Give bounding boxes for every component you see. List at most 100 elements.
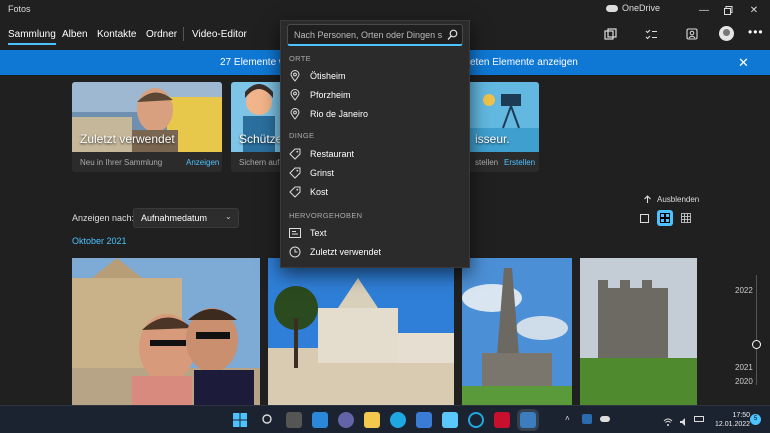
card-recent-link[interactable]: Anzeigen [186, 158, 219, 167]
select-button[interactable] [644, 27, 658, 41]
timeline-handle[interactable] [752, 340, 761, 349]
task-view-icon[interactable] [286, 412, 302, 428]
widgets-icon[interactable] [312, 412, 328, 428]
people-settings-button[interactable] [685, 27, 699, 41]
person-frame-icon [685, 27, 698, 40]
photo-thumbnail [72, 258, 260, 405]
card-recent[interactable]: Zuletzt verwendet Neu in Ihrer Sammlung … [72, 82, 222, 172]
taskbar-search-button[interactable] [260, 412, 276, 428]
system-clock[interactable]: 17:50 12.01.2022 [715, 411, 750, 429]
clock-icon [288, 245, 302, 259]
dense-grid-icon [681, 213, 691, 223]
tab-video-editor[interactable]: Video-Editor [192, 29, 247, 40]
nav-divider [183, 27, 184, 41]
import-icon [603, 27, 617, 40]
view-medium-button[interactable] [657, 210, 673, 226]
suggestion-recent[interactable]: Zuletzt verwendet [283, 243, 467, 261]
app-l-icon[interactable] [442, 412, 458, 428]
suggestion-kost[interactable]: Kost [283, 183, 467, 201]
section-heading-featured: HERVORGEHOBEN [289, 211, 363, 220]
onedrive-status[interactable]: OneDrive [606, 3, 660, 13]
search-icon [262, 414, 272, 424]
card-director-link[interactable]: Erstellen [504, 158, 535, 167]
text-scan-icon [288, 226, 302, 240]
app-title: Fotos [8, 4, 31, 14]
suggestion-pforzheim[interactable]: Pforzheim [283, 86, 467, 104]
photo-castle-ruin[interactable] [580, 258, 697, 405]
notification-badge[interactable]: 5 [750, 414, 761, 425]
store-icon[interactable] [416, 412, 432, 428]
suggestion-grinst[interactable]: Grinst [283, 164, 467, 182]
tab-kontakte[interactable]: Kontakte [97, 29, 136, 40]
location-pin-icon [288, 88, 302, 102]
search-box[interactable] [287, 24, 463, 46]
more-options-button[interactable]: ••• [748, 25, 764, 39]
tab-alben[interactable]: Alben [62, 29, 88, 40]
section-heading-places: ORTE [289, 54, 311, 63]
banner-show-link[interactable]: eten Elemente anzeigen [470, 57, 578, 68]
photos-app-window: Fotos OneDrive — ✕ Sammlung Alben Kontak… [0, 0, 770, 433]
cortana-icon[interactable] [468, 412, 484, 428]
photo-church-spire[interactable] [462, 258, 572, 405]
view-small-button[interactable] [678, 210, 694, 226]
cloud-icon [606, 4, 618, 12]
search-input[interactable] [294, 28, 442, 42]
user-avatar[interactable] [719, 26, 734, 41]
start-button[interactable] [232, 412, 248, 428]
photo-selfie-monastery[interactable] [72, 258, 260, 405]
sort-label: Anzeigen nach: [72, 213, 135, 223]
card-director[interactable]: isseur. stellen Erstellen [467, 82, 539, 172]
volume-icon[interactable] [679, 414, 689, 426]
month-heading: Oktober 2021 [72, 236, 127, 246]
mcafee-icon[interactable] [494, 412, 510, 428]
windows-logo-icon [233, 413, 247, 427]
chevron-down-icon: ⌄ [225, 212, 232, 221]
teams-chat-icon[interactable] [338, 412, 354, 428]
timeline-year-2020[interactable]: 2020 [735, 377, 753, 386]
photo-thumbnail [268, 258, 454, 405]
wifi-icon[interactable] [663, 414, 673, 426]
import-button[interactable] [603, 27, 617, 41]
suggestion-text[interactable]: Text [283, 224, 467, 242]
banner-close-icon[interactable]: ✕ [738, 55, 749, 71]
maximize-button[interactable] [714, 1, 742, 19]
photo-thumbnail [462, 258, 572, 405]
checklist-icon [645, 29, 657, 39]
tab-sammlung[interactable]: Sammlung [8, 29, 56, 45]
card-backup[interactable]: Schützer Sichern auf [231, 82, 283, 172]
card-recent-subtitle: Neu in Ihrer Sammlung [80, 158, 163, 167]
card-backup-subtitle: Sichern auf [239, 158, 280, 167]
location-pin-icon [288, 69, 302, 83]
tray-onedrive-icon[interactable] [600, 416, 610, 422]
battery-icon[interactable] [694, 416, 704, 422]
suggestion-rio-de-janeiro[interactable]: Rio de Janeiro [283, 105, 467, 123]
restore-icon [723, 5, 732, 15]
tag-icon [288, 166, 302, 180]
timeline-year-2022[interactable]: 2022 [735, 286, 753, 295]
suggestion-label: Kost [310, 187, 329, 197]
close-window-button[interactable]: ✕ [740, 1, 768, 19]
clock-time: 17:50 [732, 412, 751, 419]
title-bar: Fotos OneDrive — ✕ [0, 0, 770, 20]
timeline-year-2021[interactable]: 2021 [735, 363, 753, 372]
file-explorer-icon[interactable] [364, 412, 380, 428]
section-heading-things: DINGE [289, 131, 315, 140]
tab-ordner[interactable]: Ordner [146, 29, 177, 40]
suggestion-restaurant[interactable]: Restaurant [283, 145, 467, 163]
sort-dropdown[interactable]: Aufnahmedatum [133, 208, 239, 228]
photo-monastery-front[interactable] [268, 258, 454, 405]
suggestion-oetisheim[interactable]: Ötisheim [283, 67, 467, 85]
tray-outlook-icon[interactable] [582, 414, 592, 424]
photos-app-icon[interactable] [520, 412, 536, 428]
timeline-track[interactable] [756, 275, 757, 385]
hide-toggle[interactable]: Ausblenden [643, 195, 699, 204]
view-large-button[interactable] [636, 210, 652, 226]
edge-browser-icon[interactable] [390, 412, 406, 428]
search-icon[interactable] [447, 29, 459, 41]
card-director-subtitle: stellen [475, 158, 499, 167]
suggestion-label: Rio de Janeiro [310, 109, 369, 119]
suggestion-label: Zuletzt verwendet [310, 247, 382, 257]
tray-chevron-icon[interactable]: ˄ [565, 414, 575, 424]
suggestion-label: Grinst [310, 168, 335, 178]
taskbar: ˄ 17:50 12.01.2022 5 [0, 405, 770, 433]
